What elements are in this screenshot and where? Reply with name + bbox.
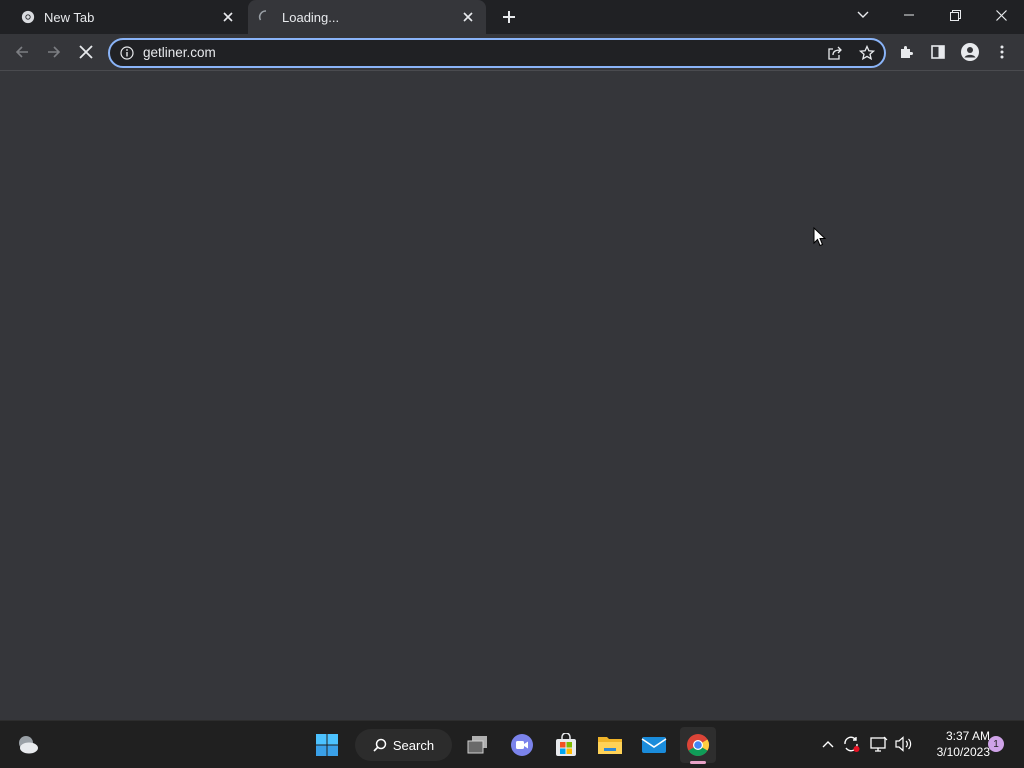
tab-strip: New Tab Loading... xyxy=(0,0,1024,34)
restore-icon xyxy=(949,9,961,21)
side-panel-icon xyxy=(931,45,945,59)
stop-loading-button[interactable] xyxy=(72,38,100,66)
stop-icon xyxy=(79,45,93,59)
menu-button[interactable] xyxy=(988,38,1016,66)
mail-button[interactable] xyxy=(636,727,672,763)
tab-title: New Tab xyxy=(44,9,95,25)
tab-new-tab[interactable]: New Tab xyxy=(8,0,246,34)
start-button[interactable] xyxy=(309,727,345,763)
notification-badge[interactable]: 1 xyxy=(988,736,1004,752)
browser-toolbar: getliner.com xyxy=(0,34,1024,71)
new-tab-button[interactable] xyxy=(497,5,521,29)
tab-loading[interactable]: Loading... xyxy=(248,0,486,34)
back-button[interactable] xyxy=(8,38,36,66)
volume-button[interactable] xyxy=(893,733,915,755)
chrome-favicon-icon xyxy=(20,9,36,25)
address-bar[interactable]: getliner.com xyxy=(108,38,886,68)
bookmark-star-icon[interactable] xyxy=(857,43,877,63)
close-icon xyxy=(995,9,1007,21)
profile-icon xyxy=(961,43,979,61)
windows-taskbar: Search 3:37 AM 3/10/2023 1 xyxy=(0,720,1024,768)
sync-status-button[interactable] xyxy=(840,733,862,755)
chrome-icon xyxy=(687,734,709,756)
chrome-taskbar-button[interactable] xyxy=(680,727,716,763)
arrow-right-icon xyxy=(48,46,61,58)
mail-icon xyxy=(641,737,667,753)
search-label: Search xyxy=(392,737,435,753)
show-hidden-icons-button[interactable] xyxy=(817,733,839,755)
close-window-button[interactable] xyxy=(978,0,1024,30)
kebab-menu-icon xyxy=(1000,45,1004,59)
sync-icon xyxy=(844,736,860,752)
chevron-down-icon xyxy=(857,11,869,18)
url-text[interactable]: getliner.com xyxy=(143,45,216,60)
teams-chat-button[interactable] xyxy=(504,727,540,763)
file-explorer-button[interactable] xyxy=(592,727,628,763)
tab-close-icon[interactable] xyxy=(458,7,478,27)
plus-icon xyxy=(503,11,515,23)
tab-close-icon[interactable] xyxy=(218,7,238,27)
taskbar-search-button[interactable]: Search xyxy=(355,729,452,761)
teams-chat-icon xyxy=(511,734,533,756)
tab-title: Loading... xyxy=(282,9,340,25)
arrow-left-icon xyxy=(15,46,28,58)
minimize-icon xyxy=(904,14,914,16)
active-app-indicator xyxy=(690,761,706,764)
microsoft-store-button[interactable] xyxy=(548,727,584,763)
site-info-icon[interactable] xyxy=(119,45,135,61)
weather-widget[interactable] xyxy=(10,727,46,763)
puzzle-icon xyxy=(901,46,913,58)
tab-search-button[interactable] xyxy=(840,0,886,30)
side-panel-button[interactable] xyxy=(924,38,952,66)
network-status-button[interactable] xyxy=(868,733,890,755)
forward-button[interactable] xyxy=(40,38,68,66)
mouse-cursor-icon xyxy=(813,226,827,252)
restore-button[interactable] xyxy=(932,0,978,30)
speaker-icon xyxy=(895,736,912,752)
windows-logo-icon xyxy=(316,734,338,756)
taskbar-clock[interactable]: 3:37 AM 3/10/2023 xyxy=(920,728,990,760)
page-content xyxy=(0,71,1024,720)
extensions-button[interactable] xyxy=(892,38,920,66)
loading-spinner-icon xyxy=(258,9,274,25)
clock-date: 3/10/2023 xyxy=(936,745,990,759)
weather-cloud-icon xyxy=(19,736,38,754)
folder-icon xyxy=(598,737,622,754)
task-view-icon xyxy=(467,736,487,754)
task-view-button[interactable] xyxy=(460,727,496,763)
search-icon xyxy=(373,738,387,752)
clock-time: 3:37 AM xyxy=(945,729,990,743)
network-monitor-icon xyxy=(870,736,888,752)
chevron-up-icon xyxy=(822,741,834,748)
profile-button[interactable] xyxy=(956,38,984,66)
store-bag-icon xyxy=(556,733,576,756)
minimize-button[interactable] xyxy=(886,0,932,30)
share-icon[interactable] xyxy=(825,43,845,63)
